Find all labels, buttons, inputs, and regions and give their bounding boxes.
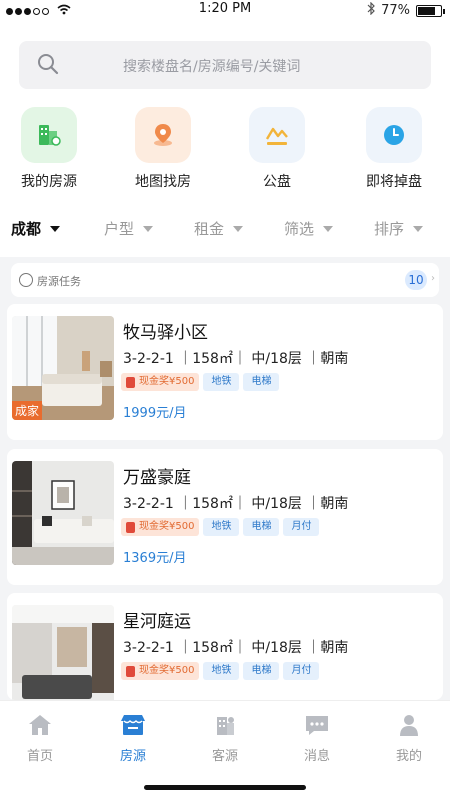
map-pin-icon <box>154 124 172 146</box>
caret-down-icon <box>233 225 244 232</box>
tag: 月付 <box>283 518 320 536</box>
check-circle-icon <box>19 273 33 287</box>
tab-label: 消息 <box>303 749 330 764</box>
tag: 地铁 <box>203 662 240 680</box>
clock-icon <box>384 125 404 145</box>
tag: 电梯 <box>243 373 280 391</box>
home-indicator <box>144 785 306 790</box>
tab-listings[interactable]: 房源 <box>98 713 168 764</box>
header-panel: 搜索楼盘名/房源编号/关键词 我的房源 地图找房 公盘 即将掉盘 成都 户型 租… <box>0 22 450 257</box>
home-icon <box>29 715 51 735</box>
red-envelope-icon <box>126 521 135 533</box>
battery-icon <box>416 4 445 17</box>
listing-name: 星河庭运 <box>123 612 191 632</box>
filter-label: 筛选 <box>284 220 315 238</box>
cash-reward-tag: 现金奖¥500 <box>121 373 200 391</box>
listing-meta: 3-2-2-1 ｜158㎡｜ 中/18层 ｜朝南 <box>123 351 349 367</box>
listing-meta: 3-2-2-1 ｜158㎡｜ 中/18层 ｜朝南 <box>123 496 349 512</box>
listing-meta: 3-2-2-1 ｜158㎡｜ 中/18层 ｜朝南 <box>123 640 349 656</box>
quick-action-my-listings[interactable]: 我的房源 <box>4 107 94 191</box>
tag: 月付 <box>283 662 320 680</box>
tab-label: 房源 <box>119 749 146 764</box>
filter-rent[interactable]: 租金 <box>194 218 244 239</box>
search-icon <box>38 54 59 75</box>
tag: 电梯 <box>243 662 280 680</box>
filter-label: 户型 <box>104 220 135 238</box>
task-count-badge: 10 <box>405 270 427 290</box>
listing-price: 1999元/月 <box>123 406 187 421</box>
quick-action-label: 我的房源 <box>21 174 77 190</box>
quick-action-map[interactable]: 地图找房 <box>118 107 208 191</box>
filter-label: 租金 <box>194 220 225 238</box>
caret-down-icon <box>50 225 61 232</box>
tab-label: 我的 <box>395 749 422 764</box>
listing-card[interactable]: 成家 牧马驿小区 3-2-2-1 ｜158㎡｜ 中/18层 ｜朝南 现金奖¥50… <box>7 304 443 440</box>
listing-card[interactable]: 万盛豪庭 3-2-2-1 ｜158㎡｜ 中/18层 ｜朝南 现金奖¥500 地铁… <box>7 449 443 585</box>
brand-badge: 成家 <box>12 401 43 420</box>
tag: 地铁 <box>203 518 240 536</box>
listing-tags: 现金奖¥500 地铁 电梯 月付 <box>121 518 320 536</box>
filter-label: 排序 <box>374 220 405 238</box>
profile-icon <box>400 715 418 736</box>
listing-tags: 现金奖¥500 地铁 电梯 月付 <box>121 662 320 680</box>
filter-bar: 成都 户型 租金 筛选 排序 <box>0 212 450 246</box>
listing-name: 牧马驿小区 <box>123 323 208 343</box>
clients-icon <box>217 717 234 735</box>
bottom-tab-bar: 首页 房源 客源 消息 我的 <box>0 700 450 800</box>
quick-action-expiring[interactable]: 即将掉盘 <box>349 107 439 191</box>
tag: 电梯 <box>243 518 280 536</box>
filter-city[interactable]: 成都 <box>11 218 61 239</box>
listings-icon <box>121 715 145 735</box>
tab-clients[interactable]: 客源 <box>190 713 260 764</box>
red-envelope-icon <box>126 665 135 677</box>
red-envelope-icon <box>126 376 135 388</box>
cash-reward-tag: 现金奖¥500 <box>121 662 200 680</box>
bluetooth-icon <box>367 1 375 19</box>
listing-photo <box>12 605 114 700</box>
battery-percent: 77% <box>381 3 410 18</box>
task-label: 房源任务 <box>37 275 81 288</box>
tab-profile[interactable]: 我的 <box>374 713 444 764</box>
listing-tags: 现金奖¥500 地铁 电梯 <box>121 373 280 391</box>
filter-more[interactable]: 筛选 <box>284 218 334 239</box>
tab-messages[interactable]: 消息 <box>282 713 352 764</box>
search-input[interactable]: 搜索楼盘名/房源编号/关键词 <box>19 41 431 89</box>
quick-action-label: 地图找房 <box>135 174 191 190</box>
quick-actions: 我的房源 地图找房 公盘 即将掉盘 <box>0 107 450 197</box>
quick-action-label: 公盘 <box>263 174 291 190</box>
filter-sort[interactable]: 排序 <box>374 218 424 239</box>
caret-down-icon <box>413 225 424 232</box>
listing-task-bar[interactable]: 房源任务 10 › <box>11 263 439 297</box>
listing-price: 1369元/月 <box>123 551 187 566</box>
filter-layout[interactable]: 户型 <box>104 218 154 239</box>
tag: 地铁 <box>203 373 240 391</box>
cash-reward-tag: 现金奖¥500 <box>121 518 200 536</box>
listing-card[interactable]: 星河庭运 3-2-2-1 ｜158㎡｜ 中/18层 ｜朝南 现金奖¥500 地铁… <box>7 593 443 700</box>
tab-label: 首页 <box>26 749 53 764</box>
tab-home[interactable]: 首页 <box>5 713 75 764</box>
tab-label: 客源 <box>211 749 238 764</box>
caret-down-icon <box>323 225 334 232</box>
chevron-right-icon: › <box>431 273 435 284</box>
search-placeholder: 搜索楼盘名/房源编号/关键词 <box>123 59 301 75</box>
caret-down-icon <box>143 225 154 232</box>
listing-photo: 成家 <box>12 316 114 420</box>
listing-name: 万盛豪庭 <box>123 468 191 488</box>
filter-label: 成都 <box>11 220 42 238</box>
listing-photo <box>12 461 114 565</box>
quick-action-label: 即将掉盘 <box>366 174 422 190</box>
status-bar: 1:20 PM 77% <box>0 0 450 22</box>
shared-pool-icon <box>265 127 288 145</box>
message-icon <box>306 716 328 735</box>
my-listings-icon <box>39 125 61 146</box>
quick-action-shared-pool[interactable]: 公盘 <box>232 107 322 191</box>
